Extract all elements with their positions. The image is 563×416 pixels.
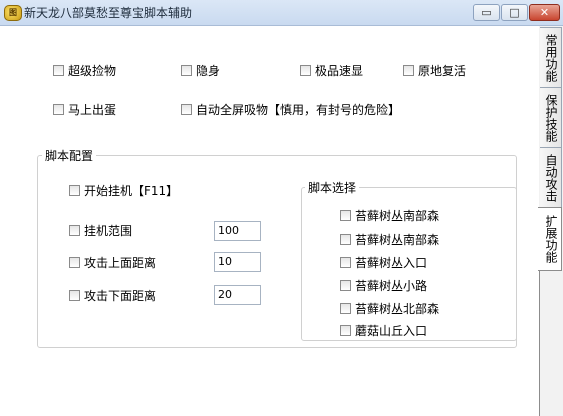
script-select-label: 蘑菇山丘入口 — [355, 324, 428, 338]
script-select-label: 苔藓树丛南部森 — [355, 233, 440, 247]
script-select-label: 苔藓树丛南部森 — [355, 209, 440, 223]
attack-down-label: 攻击下面距离 — [84, 289, 157, 303]
tab-strip-border — [539, 268, 540, 416]
attack-down-input[interactable]: 20 — [214, 285, 261, 305]
window-title: 新天龙八部莫愁至尊宝脚本辅助 — [24, 6, 193, 20]
option-stealth[interactable]: 隐身 — [181, 62, 220, 79]
title-bar: 图 新天龙八部莫愁至尊宝脚本辅助 ▭ □ ✕ — [0, 0, 563, 26]
option-label: 自动全屏吸物【慎用，有封号的危险】 — [196, 103, 401, 117]
script-config-title: 脚本配置 — [42, 147, 97, 164]
script-select-label: 苔藓树丛小路 — [355, 279, 428, 293]
minimize-button[interactable]: ▭ — [473, 4, 500, 21]
checkbox[interactable] — [340, 325, 351, 336]
option-egg[interactable]: 马上出蛋 — [53, 101, 116, 118]
option-revive-in-place[interactable]: 原地复活 — [403, 62, 466, 79]
option-fast-display[interactable]: 极品速显 — [300, 62, 363, 79]
checkbox[interactable] — [181, 65, 192, 76]
maximize-button[interactable]: □ — [501, 4, 528, 21]
start-hang-label: 开始挂机【F11】 — [84, 184, 179, 198]
app-icon-glyph: 图 — [9, 8, 17, 17]
checkbox[interactable] — [53, 104, 64, 115]
checkbox[interactable] — [69, 290, 80, 301]
attack-down-option[interactable]: 攻击下面距离 — [69, 287, 156, 304]
script-select-label: 苔藓树丛北部森 — [355, 302, 440, 316]
checkbox[interactable] — [340, 303, 351, 314]
checkbox[interactable] — [403, 65, 414, 76]
script-select-item[interactable]: 苔藓树丛入口 — [340, 254, 427, 271]
script-select-label: 苔藓树丛入口 — [355, 256, 428, 270]
script-select-item[interactable]: 蘑菇山丘入口 — [340, 322, 427, 339]
tab-protect-skills[interactable]: 保护技能 — [540, 87, 562, 149]
close-button[interactable]: ✕ — [529, 4, 560, 21]
checkbox[interactable] — [300, 65, 311, 76]
tab-auto-attack[interactable]: 自动攻击 — [540, 147, 562, 209]
option-label: 极品速显 — [315, 64, 364, 78]
tab-common-functions[interactable]: 常用功能 — [540, 27, 562, 89]
checkbox[interactable] — [340, 257, 351, 268]
script-select-title: 脚本选择 — [305, 179, 360, 196]
hang-range-option[interactable]: 挂机范围 — [69, 222, 132, 239]
script-select-item[interactable]: 苔藓树丛小路 — [340, 277, 427, 294]
option-super-pickup[interactable]: 超级捡物 — [53, 62, 116, 79]
script-select-item[interactable]: 苔藓树丛南部森 — [340, 231, 439, 248]
script-select-item[interactable]: 苔藓树丛北部森 — [340, 300, 439, 317]
app-icon: 图 — [4, 5, 22, 21]
option-label: 超级捡物 — [68, 64, 117, 78]
option-label: 隐身 — [196, 64, 221, 78]
checkbox[interactable] — [340, 210, 351, 221]
option-auto-vacuum[interactable]: 自动全屏吸物【慎用，有封号的危险】 — [181, 101, 400, 118]
start-hang-option[interactable]: 开始挂机【F11】 — [69, 182, 178, 199]
script-select-item[interactable]: 苔藓树丛南部森 — [340, 207, 439, 224]
attack-up-input[interactable]: 10 — [214, 252, 261, 272]
checkbox[interactable] — [69, 225, 80, 236]
checkbox[interactable] — [340, 280, 351, 291]
hang-range-label: 挂机范围 — [84, 224, 133, 238]
option-label: 原地复活 — [418, 64, 467, 78]
checkbox[interactable] — [181, 104, 192, 115]
hang-range-input[interactable]: 100 — [214, 221, 261, 241]
checkbox[interactable] — [69, 257, 80, 268]
attack-up-label: 攻击上面距离 — [84, 256, 157, 270]
checkbox[interactable] — [53, 65, 64, 76]
checkbox[interactable] — [69, 185, 80, 196]
checkbox[interactable] — [340, 234, 351, 245]
tab-extended-functions[interactable]: 扩展功能 — [538, 207, 562, 271]
attack-up-option[interactable]: 攻击上面距离 — [69, 254, 156, 271]
option-label: 马上出蛋 — [68, 103, 117, 117]
